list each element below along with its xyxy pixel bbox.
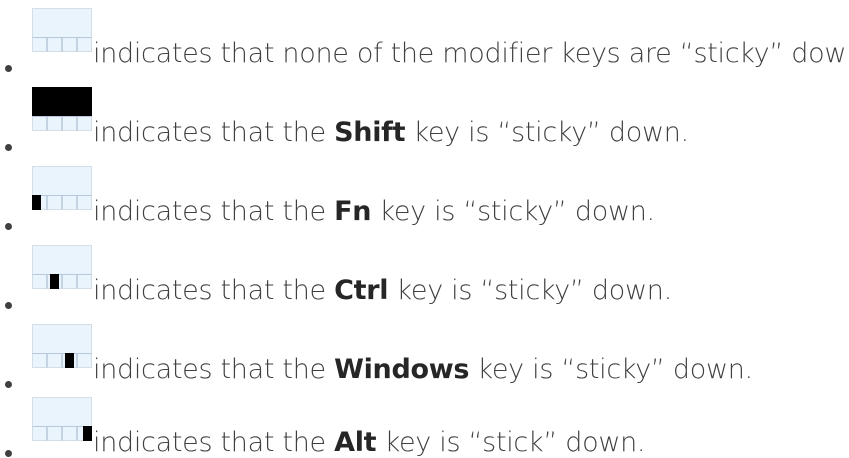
modifier-key-name: Fn bbox=[334, 196, 372, 227]
sticky-keys-ctrl-icon bbox=[32, 245, 92, 289]
item-text-after: key is “sticky” down. bbox=[477, 354, 753, 385]
bullet bbox=[5, 65, 12, 72]
modifier-key-name: Windows bbox=[334, 354, 470, 385]
list-item: indicates that the Ctrl key is “sticky” … bbox=[0, 245, 849, 309]
item-text-before: indicates that the bbox=[93, 354, 326, 385]
sticky-keys-none-icon bbox=[32, 8, 92, 52]
sticky-keys-legend-list: indicates that none of the modifier keys… bbox=[0, 0, 849, 457]
list-item: indicates that the Fn key is “sticky” do… bbox=[0, 166, 849, 230]
modifier-key-name: Alt bbox=[334, 427, 377, 458]
bullet bbox=[5, 302, 12, 309]
list-item: indicates that none of the modifier keys… bbox=[0, 8, 849, 72]
list-item: indicates that the Alt key is “stick” do… bbox=[0, 397, 849, 457]
sticky-keys-alt-icon bbox=[32, 397, 92, 441]
bullet bbox=[5, 223, 12, 230]
item-text-after: key is “sticky” down. bbox=[396, 275, 673, 306]
item-text-after: none of the modifier keys are “sticky” d… bbox=[282, 38, 849, 69]
list-item: indicates that the Windows key is “stick… bbox=[0, 324, 849, 388]
bullet bbox=[5, 381, 12, 388]
bullet bbox=[5, 144, 12, 151]
list-item: indicates that the Shift key is “sticky”… bbox=[0, 87, 849, 151]
modifier-key-name: Ctrl bbox=[334, 275, 389, 306]
item-text-before: indicates that the bbox=[93, 196, 326, 227]
sticky-keys-shift-icon bbox=[32, 87, 92, 131]
item-text-before: indicates that the bbox=[93, 427, 326, 458]
sticky-keys-windows-icon bbox=[32, 324, 92, 368]
item-text-after: key is “sticky” down. bbox=[413, 117, 690, 148]
item-text-after: key is “sticky” down. bbox=[379, 196, 656, 227]
item-text-before: indicates that bbox=[93, 38, 275, 69]
item-text-before: indicates that the bbox=[93, 117, 326, 148]
sticky-keys-fn-icon bbox=[32, 166, 92, 210]
modifier-key-name: Shift bbox=[334, 117, 406, 148]
bullet bbox=[5, 450, 12, 457]
item-text-before: indicates that the bbox=[93, 275, 326, 306]
item-text-after: key is “stick” down. bbox=[384, 427, 646, 458]
